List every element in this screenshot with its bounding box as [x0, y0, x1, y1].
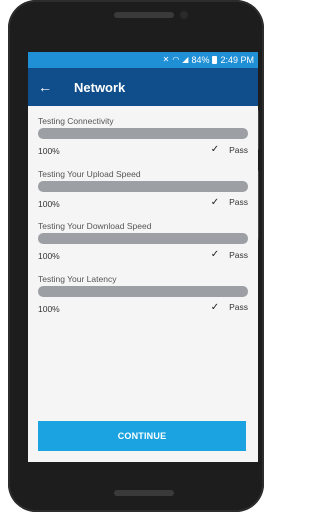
progress-bar: [38, 128, 248, 139]
bottom-speaker: [114, 490, 174, 496]
progress-bar: [38, 233, 248, 244]
phone-frame: ✕ ◠ ◢ 84% 2:49 PM ← Network Testing Conn…: [8, 0, 264, 512]
screen: ✕ ◠ ◢ 84% 2:49 PM ← Network Testing Conn…: [28, 52, 258, 462]
battery-percent: 84%: [191, 55, 210, 65]
progress-fill: [38, 233, 248, 244]
front-camera: [180, 11, 188, 19]
test-result: ✓ Pass: [211, 249, 248, 260]
check-icon: ✓: [210, 301, 220, 313]
back-button[interactable]: ←: [30, 68, 60, 106]
progress-fill: [38, 180, 248, 192]
test-item-download: Testing Your Download Speed 100% ✓ Pass: [38, 217, 248, 270]
test-item-connectivity: Testing Connectivity 100% ✓ Pass: [38, 112, 248, 165]
mute-icon: ✕: [162, 55, 170, 64]
result-label: Pass: [229, 249, 248, 260]
result-label: Pass: [229, 302, 248, 312]
status-bar: ✕ ◠ ◢ 84% 2:49 PM: [28, 52, 258, 68]
test-result: ✓ Pass: [211, 197, 248, 208]
progress-fill: [38, 285, 248, 297]
progress-percent: 100%: [38, 146, 60, 156]
test-label: Testing Your Upload Speed: [38, 168, 141, 179]
progress-percent: 100%: [38, 303, 60, 314]
check-icon: ✓: [210, 144, 220, 155]
earpiece-speaker: [114, 12, 174, 18]
test-label: Testing Connectivity: [38, 116, 114, 126]
result-label: Pass: [229, 144, 248, 155]
wifi-icon: ◠: [172, 55, 180, 64]
test-item-latency: Testing Your Latency 100% ✓ Pass: [38, 270, 248, 323]
continue-button[interactable]: CONTINUE: [38, 421, 246, 451]
test-label: Testing Your Download Speed: [38, 221, 152, 231]
test-label: Testing Your Latency: [38, 273, 117, 284]
progress-percent: 100%: [38, 251, 60, 261]
test-result: ✓ Pass: [211, 302, 248, 313]
page-title: Network: [74, 79, 126, 95]
result-label: Pass: [229, 197, 248, 207]
battery-icon: [212, 56, 218, 64]
test-item-upload: Testing Your Upload Speed 100% ✓ Pass: [38, 165, 248, 218]
progress-fill: [38, 128, 248, 139]
app-bar: ← Network: [28, 68, 258, 106]
progress-bar: [38, 180, 248, 192]
check-icon: ✓: [210, 196, 220, 208]
signal-icon: ◢: [182, 55, 189, 64]
status-time: 2:49 PM: [220, 55, 254, 65]
progress-bar: [38, 285, 248, 297]
test-list: Testing Connectivity 100% ✓ Pass Testing…: [38, 112, 248, 322]
test-result: ✓ Pass: [211, 144, 248, 155]
progress-percent: 100%: [38, 198, 60, 209]
arrow-left-icon: ←: [38, 79, 52, 95]
check-icon: ✓: [210, 249, 220, 260]
